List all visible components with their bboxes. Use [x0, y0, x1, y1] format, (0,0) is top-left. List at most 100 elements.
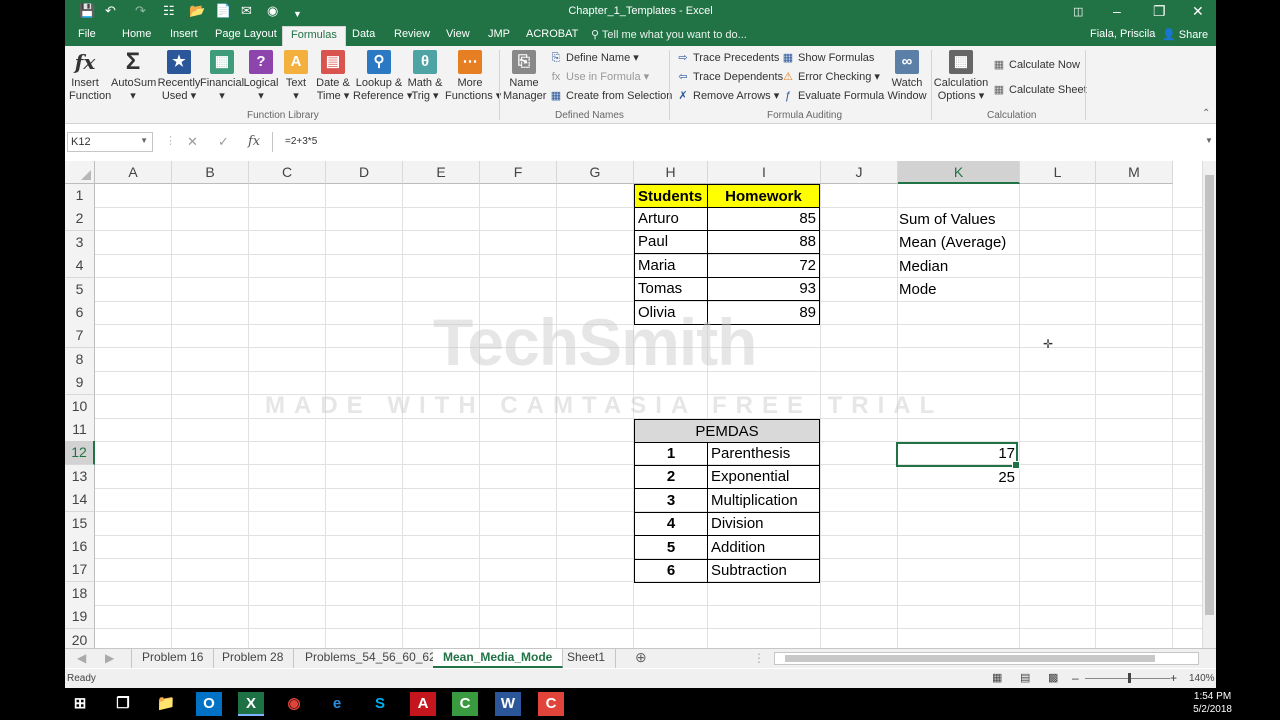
row-header-5[interactable]: 5 — [65, 277, 95, 302]
camtasia-recorder-icon[interactable]: C — [538, 692, 564, 716]
chrome-icon[interactable]: ◉ — [281, 692, 307, 716]
table-header-homework[interactable]: Homework — [707, 184, 820, 208]
error-checking-button[interactable]: ⚠ Error Checking ▾ — [781, 70, 880, 84]
homework-score[interactable]: 93 — [707, 277, 820, 302]
row-header-6[interactable]: 6 — [65, 301, 95, 325]
pemdas-step-number[interactable]: 5 — [634, 535, 708, 560]
autosum-button[interactable]: Σ AutoSum ▾ — [111, 50, 156, 103]
math-trig-button[interactable]: θ Math & Trig ▾ — [405, 50, 445, 103]
show-formulas-button[interactable]: ▦ Show Formulas — [781, 51, 875, 65]
label-median[interactable]: Median — [896, 255, 951, 278]
column-header-f[interactable]: F — [480, 161, 557, 184]
zoom-in-icon[interactable]: + — [1170, 671, 1177, 685]
row-header-11[interactable]: 11 — [65, 418, 95, 442]
pemdas-operation[interactable]: Exponential — [707, 465, 820, 490]
share-button[interactable]: 👤 Share — [1158, 26, 1212, 43]
column-header-c[interactable]: C — [249, 161, 326, 184]
zoom-out-icon[interactable]: – — [1072, 671, 1079, 685]
ribbon-display-icon[interactable]: ◫ — [1073, 5, 1083, 18]
define-name-button[interactable]: ⎘ Define Name ▾ — [549, 51, 639, 65]
horizontal-scrollbar[interactable] — [774, 652, 1199, 665]
remove-arrows-button[interactable]: ✗ Remove Arrows ▾ — [676, 89, 779, 103]
row-header-14[interactable]: 14 — [65, 488, 95, 513]
outlook-icon[interactable]: O — [196, 692, 222, 716]
label-mode[interactable]: Mode — [896, 278, 940, 301]
row-header-20[interactable]: 20 — [65, 628, 95, 648]
sheet-tab-problem-16[interactable]: Problem 16 — [131, 649, 215, 668]
column-header-m[interactable]: M — [1096, 161, 1173, 184]
zoom-level[interactable]: 140% — [1189, 673, 1215, 684]
acrobat-icon[interactable]: A — [410, 692, 436, 716]
calculate-now-button[interactable]: ▦ Calculate Now — [992, 58, 1080, 72]
row-header-2[interactable]: 2 — [65, 207, 95, 232]
zoom-slider-thumb[interactable] — [1128, 673, 1131, 683]
calculate-sheet-button[interactable]: ▦ Calculate Sheet — [992, 83, 1087, 97]
cell-k13[interactable]: 25 — [896, 466, 1018, 489]
create-from-selection-button[interactable]: ▦ Create from Selection — [549, 89, 673, 103]
student-name[interactable]: Paul — [634, 230, 708, 255]
row-header-10[interactable]: 10 — [65, 394, 95, 419]
minimize-icon[interactable]: – — [1113, 3, 1121, 19]
column-header-h[interactable]: H — [634, 161, 708, 184]
column-header-k[interactable]: K — [898, 161, 1020, 184]
edge-icon[interactable]: e — [324, 692, 350, 716]
tab-page-layout[interactable]: Page Layout — [215, 28, 277, 40]
column-header-i[interactable]: I — [708, 161, 821, 184]
pemdas-operation[interactable]: Parenthesis — [707, 442, 820, 466]
skype-icon[interactable]: S — [367, 692, 393, 716]
homework-score[interactable]: 85 — [707, 207, 820, 231]
select-all-button[interactable] — [65, 161, 95, 184]
row-header-7[interactable]: 7 — [65, 324, 95, 349]
row-header-18[interactable]: 18 — [65, 581, 95, 606]
scroll-thumb[interactable] — [1205, 175, 1214, 615]
tell-me-box[interactable]: ⚲ Tell me what you want to do... — [591, 28, 747, 41]
formula-input[interactable]: =2+3*5 — [272, 132, 1212, 152]
column-header-a[interactable]: A — [95, 161, 172, 184]
name-box[interactable]: K12 ▼ — [67, 132, 153, 152]
column-header-e[interactable]: E — [403, 161, 480, 184]
tab-review[interactable]: Review — [394, 28, 430, 40]
trace-dependents-button[interactable]: ⇦ Trace Dependents — [676, 70, 783, 84]
enter-icon[interactable]: ✓ — [218, 134, 229, 150]
date-time-button[interactable]: ▤ Date & Time ▾ — [312, 50, 354, 103]
scroll-right-icon[interactable]: ▶ — [105, 651, 114, 665]
worksheet-grid[interactable]: ABCDEFGHIJKLM 1 2 3 4 5 6 7 8 9 10 11 12 13 14 15 16 17 1… — [65, 161, 1216, 648]
sheet-tab-mean-media-mode[interactable]: Mean_Media_Mode — [433, 649, 564, 668]
scroll-thumb[interactable] — [785, 655, 1155, 662]
task-view-icon[interactable]: ❐ — [110, 692, 136, 716]
insert-function-icon[interactable]: fx — [248, 134, 260, 149]
page-break-view-icon[interactable]: ▩ — [1048, 671, 1058, 684]
scroll-left-icon[interactable]: ◀ — [77, 651, 86, 665]
tab-file[interactable]: File — [78, 28, 96, 40]
collapse-ribbon-icon[interactable]: ⌃ — [1202, 108, 1210, 119]
pemdas-title[interactable]: PEMDAS — [634, 419, 820, 443]
row-header-13[interactable]: 13 — [65, 464, 95, 489]
camtasia-icon[interactable]: C — [452, 692, 478, 716]
more-functions-button[interactable]: ⋯ More Functions ▾ — [445, 50, 501, 103]
trace-precedents-button[interactable]: ⇨ Trace Precedents — [676, 51, 779, 65]
restore-icon[interactable]: ❐ — [1153, 3, 1166, 20]
windows-start-icon[interactable]: ⊞ — [67, 692, 93, 716]
pemdas-operation[interactable]: Subtraction — [707, 559, 820, 583]
evaluate-formula-button[interactable]: ƒ Evaluate Formula — [781, 89, 884, 103]
tab-data[interactable]: Data — [352, 28, 375, 40]
pemdas-operation[interactable]: Multiplication — [707, 488, 820, 513]
column-header-d[interactable]: D — [326, 161, 403, 184]
row-header-16[interactable]: 16 — [65, 535, 95, 559]
pemdas-step-number[interactable]: 6 — [634, 559, 708, 583]
split-handle-icon[interactable]: ⋮ — [753, 651, 765, 665]
label-mean[interactable]: Mean (Average) — [896, 231, 1009, 254]
row-header-12[interactable]: 12 — [65, 441, 95, 466]
row-header-4[interactable]: 4 — [65, 254, 95, 279]
user-name[interactable]: Fiala, Priscila — [1090, 28, 1155, 40]
logical-button[interactable]: ? Logical ▾ — [241, 50, 281, 103]
sheet-tab-problems-54[interactable]: Problems_54_56_60_62 — [295, 649, 447, 668]
student-name[interactable]: Maria — [634, 253, 708, 278]
pemdas-step-number[interactable]: 1 — [634, 442, 708, 466]
financial-button[interactable]: ▦ Financial ▾ — [200, 50, 244, 103]
pemdas-step-number[interactable]: 4 — [634, 512, 708, 537]
column-header-l[interactable]: L — [1020, 161, 1096, 184]
homework-score[interactable]: 72 — [707, 253, 820, 278]
vertical-scrollbar[interactable] — [1202, 161, 1216, 648]
page-layout-view-icon[interactable]: ▤ — [1020, 671, 1030, 684]
